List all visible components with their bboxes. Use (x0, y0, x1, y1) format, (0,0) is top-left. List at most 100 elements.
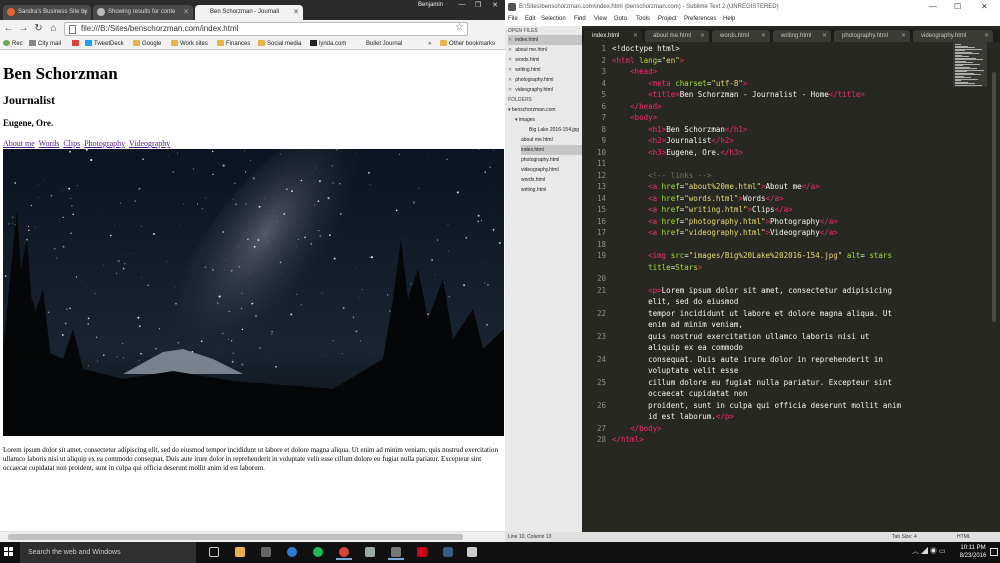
tree-file-item[interactable]: Big Lake 2016-154.jpg (529, 125, 582, 135)
folder-item[interactable]: ▾ benschorzman.com (508, 105, 582, 115)
acrobat-icon[interactable] (414, 545, 430, 560)
tree-file-item[interactable]: writing.html (521, 185, 582, 195)
task-view-icon[interactable] (206, 545, 222, 560)
scrollbar-thumb[interactable] (992, 72, 996, 322)
bookmark-folder[interactable]: Finances (217, 39, 250, 49)
menu-tools[interactable]: Tools (636, 16, 650, 22)
folder-item[interactable]: ▾ images (515, 115, 589, 125)
horizontal-scrollbar[interactable] (0, 531, 505, 542)
syntax-mode[interactable]: HTML (957, 532, 971, 542)
maximize-icon[interactable]: ☐ (954, 0, 961, 14)
minimize-icon[interactable]: — (929, 0, 937, 14)
media-player-icon[interactable] (362, 545, 378, 560)
bookmark-item[interactable]: TweetDeck (85, 39, 124, 49)
bookmark-item[interactable]: lynda.com (310, 39, 346, 49)
maximize-icon[interactable]: ❐ (470, 1, 486, 9)
link-photography[interactable]: Photography (84, 139, 125, 148)
notification-icon[interactable] (990, 548, 998, 556)
address-text[interactable]: file:///B:/Sites/benschorzman.com/index.… (81, 23, 238, 35)
bookmark-folder[interactable]: Google (133, 39, 161, 49)
menu-preferences[interactable]: Preferences (684, 16, 716, 22)
chrome-tab-3[interactable]: Ben Schorzman - Journali ✕ (195, 5, 303, 20)
link-words[interactable]: Words (39, 139, 60, 148)
taskbar-clock[interactable]: 10:11 PM 8/23/2016 (958, 544, 988, 560)
paint-icon[interactable] (464, 545, 480, 560)
menu-edit[interactable]: Edit (525, 16, 535, 22)
tree-file-item[interactable]: about me.html (521, 135, 582, 145)
minimap[interactable] (953, 42, 987, 87)
tree-file-item[interactable]: videography.html (521, 165, 582, 175)
bookmark-folder[interactable]: Work sites (171, 39, 208, 49)
close-tab-icon[interactable]: ✕ (822, 30, 827, 42)
vertical-scrollbar[interactable] (991, 42, 997, 532)
minimize-icon[interactable]: — (454, 1, 470, 8)
close-tab-icon[interactable]: ✕ (293, 5, 299, 20)
edge-icon[interactable] (284, 545, 300, 560)
close-tab-icon[interactable]: ✕ (183, 5, 189, 20)
lightroom-icon[interactable] (440, 545, 456, 560)
bookmark-item[interactable]: Rec (3, 39, 23, 49)
close-tab-icon[interactable]: ✕ (81, 5, 87, 20)
profile-name[interactable]: Benjamin (418, 2, 443, 8)
close-tab-icon[interactable]: ✕ (700, 30, 705, 42)
open-file-item[interactable]: ✕ videography.html (508, 85, 582, 95)
editor-tab[interactable]: about me.html ✕ (645, 30, 709, 42)
close-tab-icon[interactable]: ✕ (761, 30, 766, 42)
link-clips[interactable]: Clips (63, 139, 80, 148)
reload-icon[interactable]: ↻ (32, 22, 45, 35)
close-tab-icon[interactable]: ✕ (984, 30, 989, 42)
menu-help[interactable]: Help (723, 16, 735, 22)
taskbar-search[interactable]: Search the web and Windows (20, 542, 196, 563)
tree-file-item[interactable]: words.html (521, 175, 582, 185)
file-explorer-icon[interactable] (232, 545, 248, 560)
home-icon[interactable]: ⌂ (47, 22, 60, 35)
chrome-tab-2[interactable]: Showing results for conte ✕ (93, 5, 193, 20)
chrome-tab-1[interactable]: Sandra's Business Site by ✕ (3, 5, 91, 20)
code-editor[interactable]: 1 2 3 4 5 6 7 8 9 10 11 12 13 14 15 16 17 18 19 20 21 22 23 24 2… (582, 42, 1000, 532)
close-window-icon[interactable]: ✕ (981, 0, 988, 14)
menu-view[interactable]: View (594, 16, 607, 22)
open-file-item[interactable]: ✕ index.html (508, 35, 582, 45)
menu-find[interactable]: Find (574, 16, 586, 22)
windows-start-icon[interactable] (4, 547, 14, 557)
editor-tab[interactable]: words.html ✕ (712, 30, 770, 42)
bookmark-folder[interactable]: Social media (258, 39, 301, 49)
address-bar[interactable]: file:///B:/Sites/benschorzman.com/index.… (64, 22, 468, 36)
menu-goto[interactable]: Goto (614, 16, 627, 22)
editor-tab[interactable]: index.html ✕ (584, 30, 642, 42)
link-about-me[interactable]: About me (3, 139, 35, 148)
open-file-item[interactable]: ✕ words.html (508, 55, 582, 65)
open-file-item[interactable]: ✕ writing.html (508, 65, 582, 75)
forward-icon[interactable]: → (17, 22, 30, 35)
chrome-icon[interactable] (336, 545, 352, 560)
sublime-icon[interactable] (388, 545, 404, 560)
bookmark-item[interactable] (72, 39, 81, 49)
calculator-icon[interactable] (258, 545, 274, 560)
menu-selection[interactable]: Selection (541, 16, 566, 22)
system-tray[interactable]: ︿ ◢ ◉ ▭ (912, 546, 945, 556)
close-tab-icon[interactable]: ✕ (901, 30, 906, 42)
star-dot (241, 292, 243, 294)
back-icon[interactable]: ← (2, 22, 15, 35)
menu-project[interactable]: Project (658, 16, 677, 22)
tree-file-item[interactable]: photography.html (521, 155, 582, 165)
bookmark-folder[interactable]: Other bookmarks (440, 39, 495, 49)
menu-file[interactable]: File (508, 16, 518, 22)
close-window-icon[interactable]: ✕ (487, 1, 503, 9)
code-area[interactable]: <!doctype html> <html lang="en"> <head> … (612, 42, 952, 532)
bookmark-star-icon[interactable]: ☆ (455, 22, 464, 33)
open-file-item[interactable]: ✕ about me.html (508, 45, 582, 55)
tree-file-item[interactable]: index.html (521, 145, 582, 155)
close-tab-icon[interactable]: ✕ (633, 30, 638, 42)
more-bookmarks-icon[interactable]: » (428, 39, 431, 49)
tab-size[interactable]: Tab Size: 4 (892, 532, 917, 542)
bookmark-item[interactable]: City mail (29, 39, 61, 49)
editor-tab[interactable]: photography.html ✕ (834, 30, 910, 42)
bookmark-item[interactable]: Bullet Journal (366, 39, 402, 49)
link-videography[interactable]: Videography (129, 139, 170, 148)
editor-tab[interactable]: videography.html ✕ (913, 30, 993, 42)
editor-tab[interactable]: writing.html ✕ (773, 30, 831, 42)
scrollbar-thumb[interactable] (8, 534, 463, 540)
spotify-icon[interactable] (310, 545, 326, 560)
open-file-item[interactable]: ✕ photography.html (508, 75, 582, 85)
